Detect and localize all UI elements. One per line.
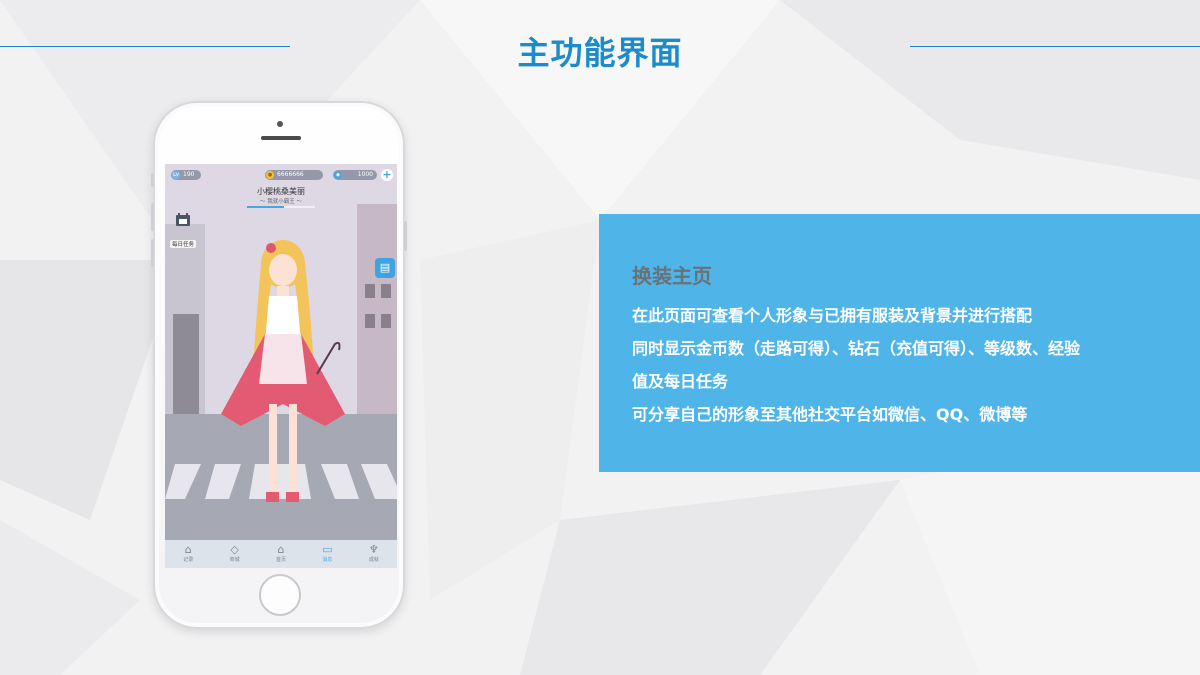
info-line: 值及每日任务 [632, 372, 729, 391]
coin-pill: ● 6666666 [265, 170, 323, 180]
level-icon: Lv [172, 171, 180, 179]
info-line: 同时显示金币数（走路可得）、钻石（充值可得）、等级数、经验 [632, 339, 1081, 358]
tab-messages[interactable]: ▭ 消息 [304, 540, 350, 568]
tab-achievements[interactable]: ♆ 成就 [351, 540, 397, 568]
level-value: 190 [183, 171, 195, 178]
coin-icon: ● [266, 171, 274, 179]
character-name: 小樱桃桑美丽 [257, 187, 305, 196]
tab-achievements-label: 成就 [368, 557, 379, 563]
info-heading: 换装主页 [632, 264, 712, 288]
exp-bar-fill [247, 206, 285, 208]
diamond-icon: ◇ [230, 543, 239, 556]
info-line: 在此页面可查看个人形象与已拥有服装及背景并进行搭配 [632, 306, 1033, 325]
tab-record[interactable]: ⌂ 记录 [165, 540, 211, 568]
street-scene-illustration [165, 164, 397, 568]
phone-volume-down [151, 239, 154, 267]
wardrobe-tab-button[interactable]: ▤ [375, 258, 395, 278]
info-line: 可分享自己的形象至其他社交平台如微信、QQ、微博等 [632, 405, 1028, 424]
tab-home-label: 首页 [276, 557, 287, 563]
daily-tasks-label: 每日任务 [169, 240, 196, 248]
home-button[interactable] [259, 574, 301, 616]
tab-home[interactable]: ⌂ 首页 [258, 540, 304, 568]
diamond-pill: ◆ 1000 [333, 170, 377, 180]
tab-shop[interactable]: ◇ 商城 [211, 540, 257, 568]
phone-speaker [261, 136, 301, 140]
tab-messages-label: 消息 [322, 557, 333, 563]
bottom-tab-bar: ⌂ 记录 ◇ 商城 ⌂ 首页 ▭ 消息 ♆ 成就 [165, 540, 397, 568]
calendar-icon [176, 213, 190, 226]
diamond-icon: ◆ [334, 171, 342, 179]
phone-volume-up [151, 203, 154, 231]
tab-shop-label: 商城 [229, 557, 240, 563]
home-icon: ⌂ [277, 543, 285, 556]
coin-value: 6666666 [277, 171, 304, 178]
trophy-icon: ♆ [368, 543, 379, 556]
tshirt-icon: ▤ [379, 261, 391, 274]
chat-icon: ▭ [322, 543, 333, 556]
front-camera [277, 121, 283, 127]
phone-mute-switch [151, 173, 154, 187]
daily-tasks-button[interactable]: 每日任务 [168, 212, 198, 248]
exp-bar [247, 206, 315, 208]
phone-power-button [404, 221, 407, 251]
slide-title: 主功能界面 [517, 34, 683, 72]
house-icon: ⌂ [184, 543, 192, 556]
character-subtitle: ～ 我就小霸王 ～ [260, 199, 302, 205]
level-pill: Lv 190 [171, 170, 201, 180]
info-panel: 换装主页 在此页面可查看个人形象与已拥有服装及背景并进行搭配 同时显示金币数（走… [599, 214, 1200, 472]
diamond-value: 1000 [357, 171, 373, 178]
add-diamonds-button[interactable]: + [381, 169, 393, 181]
phone-mockup: Lv 190 ● 6666666 ◆ 1000 + 小樱桃桑美丽 ～ 我就小霸王… [151, 101, 407, 629]
app-screen: Lv 190 ● 6666666 ◆ 1000 + 小樱桃桑美丽 ～ 我就小霸王… [165, 164, 397, 568]
tab-record-label: 记录 [183, 557, 194, 563]
